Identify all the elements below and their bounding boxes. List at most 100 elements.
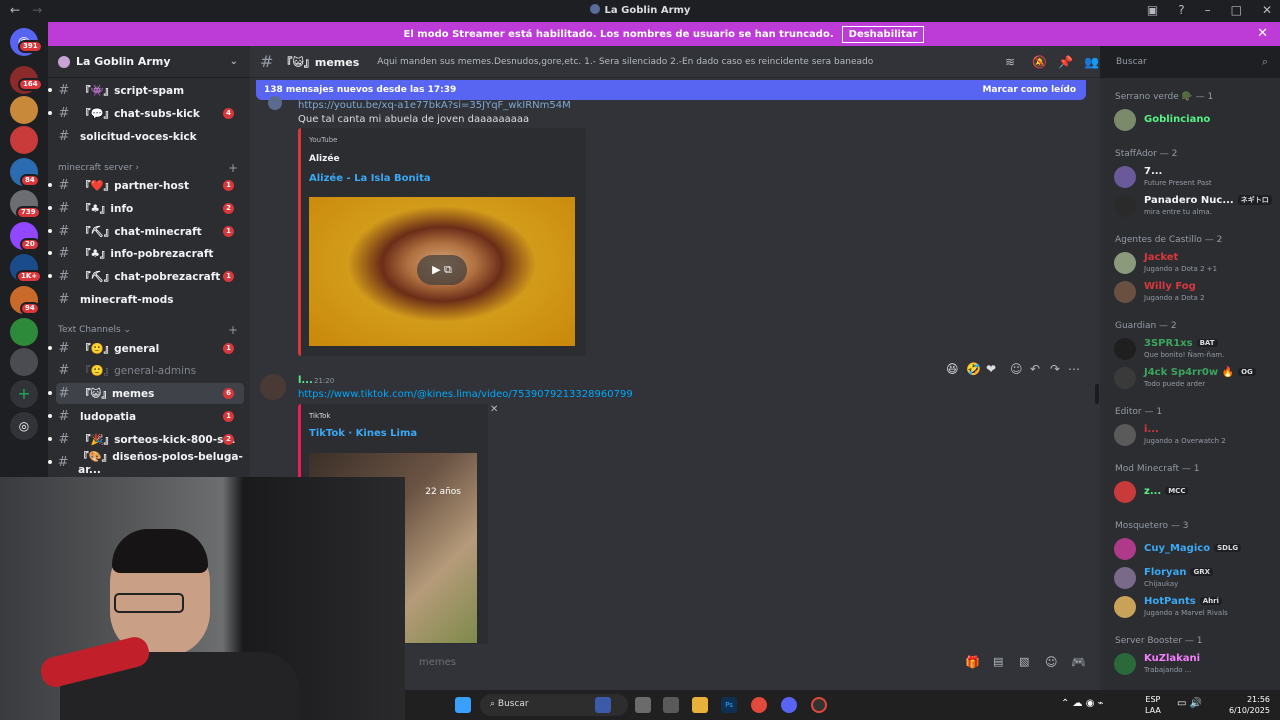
add-channel-icon[interactable]: + — [228, 323, 238, 337]
server-icon[interactable] — [10, 126, 38, 154]
message-composer[interactable]: memes 🎁 ▤ ▧ ☺ 🎮 — [405, 650, 1100, 678]
language-indicator[interactable]: ESP LAA — [1145, 694, 1161, 716]
member-item[interactable]: z... MCC — [1114, 478, 1274, 504]
gift-icon[interactable]: 🎁 — [965, 655, 980, 669]
task-view-icon[interactable] — [635, 697, 651, 713]
app-icon[interactable] — [663, 697, 679, 713]
more-icon[interactable]: ⋯ — [1068, 362, 1080, 376]
pin-icon[interactable]: 📌 — [1058, 55, 1073, 69]
tray-icons[interactable]: ⌃ ☁ ◉ ⌁ — [1061, 698, 1104, 709]
inbox-icon[interactable]: ▣ — [1147, 3, 1158, 17]
server-header[interactable]: La Goblin Army ⌄ — [48, 46, 250, 78]
embed-title[interactable]: Alizée - La Isla Bonita — [309, 173, 431, 184]
member-item[interactable]: HotPants Ahri Jugando a Marvel Rivals — [1114, 593, 1274, 619]
remove-embed-icon[interactable]: ✕ — [490, 404, 498, 415]
add-reaction-icon[interactable]: ☺ — [1010, 362, 1023, 376]
file-explorer-icon[interactable] — [692, 697, 708, 713]
channel-item[interactable]: # 『🎨』diseños-polos-beluga-ar... — [48, 451, 244, 476]
video-thumbnail[interactable]: ▶ ⧉ — [309, 197, 575, 346]
discord-icon[interactable] — [781, 697, 797, 713]
channel-item[interactable]: # 『❤️』partner-host 1 — [48, 175, 244, 196]
channel-item[interactable]: # 『🙂』general 1 — [48, 338, 244, 359]
member-item[interactable]: 3SPR1xs BAT Que bonito! Ñam-ñam. — [1114, 335, 1274, 361]
member-item[interactable]: Jacket Jugando a Dota 2 +1 — [1114, 249, 1274, 275]
discover-icon[interactable]: ◎ — [10, 412, 38, 440]
play-icon[interactable]: ▶ ⧉ — [417, 255, 467, 285]
member-item[interactable]: 7... Future Present Past — [1114, 163, 1274, 189]
threads-icon[interactable]: ≋ — [1005, 55, 1015, 69]
hash-icon: # — [58, 201, 70, 216]
chrome-icon[interactable] — [751, 697, 767, 713]
mark-read-button[interactable]: Marcar como leído — [982, 85, 1076, 95]
reply-icon[interactable]: ↶ — [1030, 362, 1040, 376]
member-status: Future Present Past — [1144, 179, 1212, 187]
channel-item[interactable]: # 『💬』chat-subs-kick 4 — [48, 103, 244, 124]
gif-icon[interactable]: ▤ — [993, 655, 1003, 668]
maximize-button[interactable]: □ — [1231, 3, 1242, 17]
member-item[interactable]: Panadero Nuc... ネギトロ mira entre tu alma. — [1114, 192, 1274, 218]
server-icon[interactable] — [10, 318, 38, 346]
new-messages-bar[interactable]: 138 mensajes nuevos desde las 17:39 Marca… — [256, 80, 1086, 100]
member-item[interactable]: J4ck Sp4rr0w 🔥 OG Todo puede arder — [1114, 364, 1274, 390]
channel-item[interactable]: # ludopatia 1 — [48, 406, 244, 427]
channel-item[interactable]: # 『♣』info 2 — [48, 198, 244, 219]
server-icon[interactable] — [10, 348, 38, 376]
member-item[interactable]: Goblinciano — [1114, 106, 1274, 132]
disable-streamer-button[interactable]: Deshabilitar — [841, 25, 925, 43]
category-text-channels[interactable]: Text Channels ⌄ + — [58, 323, 238, 337]
scrollbar[interactable] — [1095, 384, 1099, 404]
network-volume-icons[interactable]: ▭ 🔊 — [1177, 698, 1202, 709]
minimize-button[interactable]: – — [1205, 3, 1211, 17]
avatar[interactable] — [260, 374, 286, 400]
server-icon[interactable] — [10, 96, 38, 124]
emoji-reaction-icon[interactable]: ❤ — [986, 362, 996, 376]
photoshop-icon[interactable]: Ps — [721, 697, 737, 713]
emoji-reaction-icon[interactable]: 😆 — [946, 362, 959, 376]
add-channel-icon[interactable]: + — [228, 161, 238, 175]
username[interactable]: l... — [298, 375, 313, 386]
app-icon[interactable] — [811, 697, 827, 713]
member-item[interactable]: Cuy_Magico SDLG — [1114, 535, 1274, 561]
message-link[interactable]: https://youtu.be/xq-a1e77bkA?si=35JYqF_w… — [298, 100, 571, 111]
forward-icon[interactable]: ↷ — [1050, 362, 1060, 376]
help-icon[interactable]: ? — [1178, 3, 1184, 17]
channel-topic[interactable]: Aqui manden sus memes.Desnudos,gore,etc.… — [377, 57, 873, 67]
member-item[interactable]: i... Jugando a Overwatch 2 — [1114, 421, 1274, 447]
apps-icon[interactable]: 🎮 — [1071, 655, 1086, 669]
channel-item[interactable]: # minecraft-mods — [56, 289, 244, 310]
message-link[interactable]: https://www.tiktok.com/@kines.lima/video… — [298, 389, 633, 400]
channel-item[interactable]: # solicitud-voces-kick — [56, 126, 244, 147]
member-item[interactable]: Floryan GRX Chijaukay — [1114, 564, 1274, 590]
channel-item[interactable]: # 『⛏』chat-pobrezacraft 1 — [48, 266, 244, 287]
channel-item[interactable]: # 『⛏』chat-minecraft 1 — [48, 221, 244, 242]
member-item[interactable]: Willy Fog Jugando a Dota 2 — [1114, 278, 1274, 304]
embed-title[interactable]: TikTok · Kines Lima — [309, 428, 417, 439]
add-server-icon[interactable]: + — [10, 380, 38, 408]
embed-author[interactable]: Alizée — [309, 154, 340, 164]
windows-start-icon[interactable] — [455, 697, 471, 713]
emoji-icon[interactable]: ☺ — [1045, 655, 1058, 669]
chevron-down-icon[interactable]: ⌄ — [230, 56, 238, 67]
channel-item[interactable]: # 『🎉』sorteos-kick-800-s... 2 — [48, 429, 244, 450]
avatar — [1114, 481, 1136, 503]
close-window-button[interactable]: ✕ — [1262, 3, 1272, 17]
emoji-reaction-icon[interactable]: 🤣 — [966, 362, 981, 376]
unread-badge: 2 — [223, 434, 234, 445]
sticker-icon[interactable]: ▧ — [1019, 655, 1029, 668]
clock[interactable]: 21:56 6/10/2025 — [1229, 694, 1270, 716]
channel-item[interactable]: # 『🙂』general-admins — [56, 360, 244, 381]
channel-item[interactable]: # 『♣』info-pobrezacraft — [48, 243, 244, 264]
search-input[interactable]: Buscar ⌕ — [1110, 52, 1274, 72]
member-tag: Ahri — [1199, 597, 1222, 605]
member-item[interactable]: KuZlakani Trabajando ... — [1114, 650, 1274, 676]
members-icon[interactable]: 👥 — [1084, 55, 1099, 69]
window-title: La Goblin Army — [0, 4, 1280, 16]
channel-item-selected[interactable]: # 『😺』memes 6 — [48, 383, 244, 404]
category-minecraft[interactable]: minecraft server › + — [58, 161, 238, 175]
avatar[interactable] — [268, 96, 282, 110]
widget-icon[interactable] — [595, 697, 611, 713]
notification-icon[interactable]: 🔕 — [1032, 55, 1047, 69]
hash-icon: # — [58, 246, 70, 261]
close-icon[interactable]: ✕ — [1257, 26, 1268, 41]
channel-item[interactable]: # 『👾』script-spam — [48, 80, 244, 101]
